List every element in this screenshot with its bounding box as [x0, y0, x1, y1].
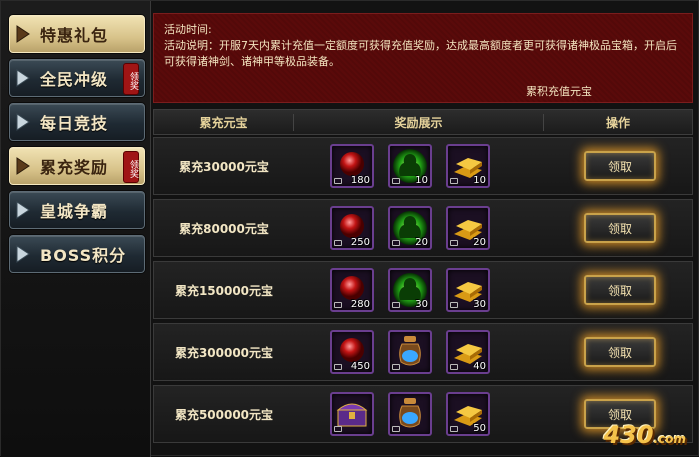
- sidebar-item-special-gift[interactable]: 特惠礼包: [9, 15, 145, 53]
- reward-slots: 50: [294, 392, 544, 436]
- column-header-action: 操作: [605, 115, 630, 130]
- claim-reward-badge: 领奖: [124, 64, 138, 94]
- red-orb-icon[interactable]: 450: [330, 330, 374, 374]
- sidebar-item-level-up[interactable]: 全民冲级 领奖: [9, 59, 145, 97]
- column-header-amount: 累充元宝: [154, 113, 294, 131]
- total-recharge-label: 累积充值元宝: [526, 85, 592, 98]
- red-orb-icon[interactable]: 180: [330, 144, 374, 188]
- event-description: 活动说明：开服7天内累计充值一定额度可获得充值奖励，达成最高额度者更可获得诸神极…: [164, 39, 677, 68]
- sidebar-item-label: 每日竞技: [40, 114, 109, 133]
- blue-potion-jar-icon[interactable]: [388, 392, 432, 436]
- gold-bars-icon[interactable]: 50: [446, 392, 490, 436]
- table-row: 累充80000元宝 250 20 20 领取: [153, 199, 693, 257]
- sidebar-item-recharge-reward[interactable]: 累充奖励 领奖: [9, 147, 145, 185]
- reward-table: 累充30000元宝 180 10 10 领取 累充80000元宝 250 20 …: [153, 137, 693, 447]
- reward-slots: 250 20 20: [294, 206, 544, 250]
- sidebar-item-label: BOSS积分: [40, 246, 127, 265]
- item-quantity: 20: [415, 237, 428, 248]
- item-quantity: 10: [415, 175, 428, 186]
- sidebar: 特惠礼包 全民冲级 领奖 每日竞技 累充奖励 领奖 皇城争霸 BOSS积分: [1, 1, 151, 457]
- event-time-label: 活动时间:: [164, 23, 212, 36]
- item-quantity: 50: [473, 423, 486, 434]
- recharge-amount: 累充80000元宝: [179, 221, 269, 236]
- table-row: 累充300000元宝 450 40 领取: [153, 323, 693, 381]
- site-watermark: 430.com: [603, 421, 686, 449]
- sidebar-item-label: 累充奖励: [40, 158, 109, 177]
- recharge-amount: 累充30000元宝: [179, 159, 269, 174]
- gold-bars-icon[interactable]: 10: [446, 144, 490, 188]
- green-spirit-icon[interactable]: 30: [388, 268, 432, 312]
- chevron-right-icon: [16, 245, 30, 263]
- claim-button[interactable]: 领取: [584, 337, 656, 367]
- claim-button[interactable]: 领取: [584, 213, 656, 243]
- green-spirit-icon[interactable]: 10: [388, 144, 432, 188]
- item-quantity: 30: [415, 299, 428, 310]
- table-header: 累充元宝 奖励展示 操作: [153, 109, 693, 135]
- item-quantity: 20: [473, 237, 486, 248]
- recharge-amount: 累充500000元宝: [174, 407, 274, 422]
- green-spirit-icon[interactable]: 20: [388, 206, 432, 250]
- chevron-right-icon: [16, 201, 30, 219]
- column-header-rewards: 奖励展示: [294, 113, 544, 131]
- claim-button[interactable]: 领取: [584, 275, 656, 305]
- recharge-amount: 累充300000元宝: [174, 345, 274, 360]
- blue-potion-jar-icon[interactable]: [388, 330, 432, 374]
- sidebar-item-label: 特惠礼包: [40, 26, 109, 45]
- chevron-right-icon: [16, 157, 30, 175]
- chevron-right-icon: [16, 25, 30, 43]
- item-quantity: 280: [350, 299, 370, 310]
- item-quantity: 40: [473, 361, 486, 372]
- sidebar-item-castle-war[interactable]: 皇城争霸: [9, 191, 145, 229]
- table-row: 累充30000元宝 180 10 10 领取: [153, 137, 693, 195]
- gold-bars-icon[interactable]: 40: [446, 330, 490, 374]
- item-quantity: 250: [350, 237, 370, 248]
- table-row: 累充150000元宝 280 30 30 领取: [153, 261, 693, 319]
- treasure-chest-icon[interactable]: [330, 392, 374, 436]
- reward-slots: 450 40: [294, 330, 544, 374]
- claim-button[interactable]: 领取: [584, 151, 656, 181]
- event-window: 特惠礼包 全民冲级 领奖 每日竞技 累充奖励 领奖 皇城争霸 BOSS积分 活动…: [0, 0, 699, 457]
- reward-slots: 280 30 30: [294, 268, 544, 312]
- red-orb-icon[interactable]: 280: [330, 268, 374, 312]
- sidebar-item-boss-points[interactable]: BOSS积分: [9, 235, 145, 273]
- sidebar-item-daily-arena[interactable]: 每日竞技: [9, 103, 145, 141]
- gold-bars-icon[interactable]: 20: [446, 206, 490, 250]
- item-quantity: 450: [350, 361, 370, 372]
- event-info-panel: 活动时间: 活动说明：开服7天内累计充值一定额度可获得充值奖励，达成最高额度者更…: [153, 13, 693, 103]
- red-orb-icon[interactable]: 250: [330, 206, 374, 250]
- item-quantity: 30: [473, 299, 486, 310]
- chevron-right-icon: [16, 69, 30, 87]
- reward-slots: 180 10 10: [294, 144, 544, 188]
- chevron-right-icon: [16, 113, 30, 131]
- claim-reward-badge: 领奖: [124, 152, 138, 182]
- item-quantity: 10: [473, 175, 486, 186]
- gold-bars-icon[interactable]: 30: [446, 268, 490, 312]
- sidebar-item-label: 全民冲级: [40, 70, 109, 89]
- sidebar-item-label: 皇城争霸: [40, 202, 109, 221]
- recharge-amount: 累充150000元宝: [174, 283, 274, 298]
- item-quantity: 180: [350, 175, 370, 186]
